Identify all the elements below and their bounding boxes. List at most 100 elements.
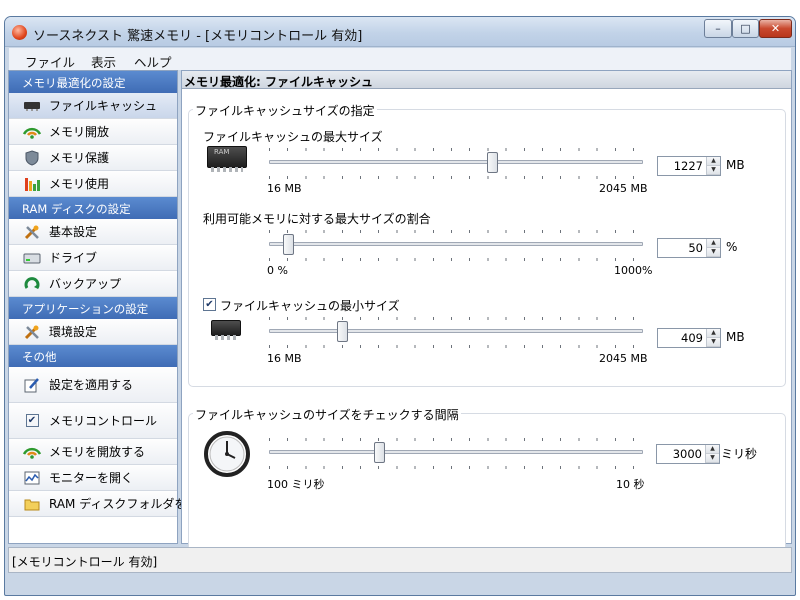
spin-down-icon: ▼ <box>707 248 720 257</box>
min-size-checkbox[interactable]: ✔ <box>203 298 216 311</box>
min-size-slider[interactable] <box>269 329 643 333</box>
ram-chip-text: RAM <box>214 148 230 156</box>
sidebar-item-open-monitor[interactable]: モニターを開く <box>9 465 177 491</box>
sidebar: メモリ最適化の設定 ファイルキャッシュ メモリ開放 メモリ保護 メモリ使用 RA… <box>8 70 210 544</box>
checkmark-icon: ✔ <box>205 298 214 310</box>
sidebar-item-drive[interactable]: ドライブ <box>9 245 177 271</box>
interval-spinner[interactable]: 3000 ▲ ▼ <box>656 444 720 464</box>
memory-control-checkbox[interactable]: ✔ <box>23 413 41 429</box>
spinner-arrows[interactable]: ▲ ▼ <box>706 157 720 175</box>
max-size-unit: MB <box>726 158 745 172</box>
window-title: ソースネクスト 驚速メモリ - [メモリコントロール 有効] <box>33 29 363 44</box>
sidebar-category-app: アプリケーションの設定 <box>9 297 177 319</box>
sidebar-item-basic-settings[interactable]: 基本設定 <box>9 219 177 245</box>
menu-help[interactable]: ヘルプ <box>134 52 172 71</box>
interval-slider[interactable] <box>269 450 643 454</box>
title-bar[interactable]: ソースネクスト 驚速メモリ - [メモリコントロール 有効] – □ ✕ <box>5 17 795 47</box>
spinner-arrows[interactable]: ▲ ▼ <box>706 329 720 347</box>
interval-min-label: 100 ミリ秒 <box>267 478 325 491</box>
spinner-value: 1227 <box>673 159 703 173</box>
max-size-min-label: 16 MB <box>267 182 302 195</box>
checkmark-icon: ✔ <box>25 414 39 427</box>
max-ratio-spinner[interactable]: 50 ▲ ▼ <box>657 238 721 258</box>
spinner-value: 3000 <box>672 447 702 461</box>
cache-size-group: ファイルキャッシュサイズの指定 ファイルキャッシュの最大サイズ RAM 16 M… <box>188 102 786 387</box>
panel-header: メモリ最適化: ファイルキャッシュ <box>182 71 791 89</box>
close-button[interactable]: ✕ <box>759 19 792 38</box>
min-size-label: ファイルキャッシュの最小サイズ <box>220 299 400 313</box>
sidebar-item-label: 基本設定 <box>49 225 98 239</box>
sidebar-item-label: メモリ開放 <box>49 125 110 139</box>
spinner-value: 50 <box>688 241 703 255</box>
sidebar-item-label: バックアップ <box>49 277 122 291</box>
maximize-button[interactable]: □ <box>732 19 759 38</box>
group-title: ファイルキャッシュサイズの指定 <box>193 102 377 119</box>
spin-down-icon: ▼ <box>707 166 720 175</box>
min-size-max-label: 2045 MB <box>599 352 648 365</box>
sidebar-item-file-cache[interactable]: ファイルキャッシュ <box>9 93 177 119</box>
sidebar-item-memory-control[interactable]: ✔ メモリコントロール <box>9 403 177 439</box>
max-ratio-label: 利用可能メモリに対する最大サイズの割合 <box>203 212 431 226</box>
sidebar-item-label: ドライブ <box>49 251 98 265</box>
sidebar-item-memory-release[interactable]: メモリ開放 <box>9 119 177 145</box>
spinner-arrows[interactable]: ▲ ▼ <box>706 239 720 257</box>
max-size-label: ファイルキャッシュの最大サイズ <box>203 130 383 144</box>
shield-icon <box>23 149 41 166</box>
sidebar-category-other: その他 <box>9 345 177 367</box>
sidebar-item-label: メモリコントロール <box>49 414 158 428</box>
usage-bars-icon <box>23 176 41 192</box>
spin-up-icon: ▲ <box>707 157 720 166</box>
sidebar-item-label: ファイルキャッシュ <box>49 99 158 113</box>
interval-max-label: 10 秒 <box>616 478 645 491</box>
interval-slider-thumb[interactable] <box>373 442 385 463</box>
spin-down-icon: ▼ <box>706 454 719 463</box>
min-size-slider-thumb[interactable] <box>336 321 348 342</box>
sidebar-item-memory-protect[interactable]: メモリ保護 <box>9 145 177 171</box>
sidebar-item-label: 環境設定 <box>49 325 98 339</box>
max-ratio-slider[interactable] <box>269 242 643 246</box>
sidebar-item-apply-settings[interactable]: 設定を適用する <box>9 367 177 403</box>
max-ratio-unit: % <box>726 240 738 254</box>
sidebar-item-label: モニターを開く <box>49 471 134 485</box>
group-title: ファイルキャッシュのサイズをチェックする間隔 <box>193 406 461 423</box>
sidebar-item-release-memory[interactable]: メモリを開放する <box>9 439 177 465</box>
spinner-value: 409 <box>681 331 703 345</box>
main-panel: メモリ最適化: ファイルキャッシュ ファイルキャッシュサイズの指定 ファイルキャ… <box>181 70 792 553</box>
sidebar-category-ramdisk: RAM ディスクの設定 <box>9 197 177 219</box>
max-size-spinner[interactable]: 1227 ▲ ▼ <box>657 156 721 176</box>
sidebar-item-env-settings[interactable]: 環境設定 <box>9 319 177 345</box>
monitor-graph-icon <box>23 470 41 486</box>
ram-chip-small-icon <box>211 320 241 340</box>
menu-bar: ファイル 表示 ヘルプ <box>9 48 791 70</box>
max-ratio-slider-thumb[interactable] <box>282 234 294 255</box>
min-size-min-label: 16 MB <box>267 352 302 365</box>
check-interval-group: ファイルキャッシュのサイズをチェックする間隔 100 ミリ秒 10 秒 3000… <box>188 406 786 553</box>
sidebar-item-open-ramdisk-folder[interactable]: RAM ディスクフォルダを開く <box>9 491 210 517</box>
spin-up-icon: ▲ <box>707 329 720 338</box>
menu-view[interactable]: 表示 <box>91 52 116 71</box>
max-ratio-min-label: 0 % <box>267 264 288 277</box>
app-window: ソースネクスト 驚速メモリ - [メモリコントロール 有効] – □ ✕ ファイ… <box>4 16 796 596</box>
memory-chip-icon <box>23 98 41 114</box>
spin-down-icon: ▼ <box>707 338 720 347</box>
wireless-release-icon <box>23 124 41 140</box>
max-size-slider-thumb[interactable] <box>487 152 499 173</box>
sidebar-item-label: 設定を適用する <box>49 378 134 392</box>
app-icon <box>12 25 27 40</box>
spin-up-icon: ▲ <box>706 445 719 454</box>
min-size-spinner[interactable]: 409 ▲ ▼ <box>657 328 721 348</box>
minimize-button[interactable]: – <box>704 19 732 38</box>
backup-arrow-icon <box>23 276 41 292</box>
sidebar-item-backup[interactable]: バックアップ <box>9 271 177 297</box>
ram-chip-icon: RAM <box>207 146 247 172</box>
spinner-arrows[interactable]: ▲ ▼ <box>705 445 719 463</box>
status-bar: [メモリコントロール 有効] <box>8 547 792 573</box>
wireless-release-icon <box>23 444 41 460</box>
max-size-slider[interactable] <box>269 160 643 164</box>
sidebar-item-memory-usage[interactable]: メモリ使用 <box>9 171 177 197</box>
apply-edit-icon <box>23 377 41 393</box>
clock-icon <box>203 430 251 481</box>
menu-file[interactable]: ファイル <box>25 52 75 71</box>
max-ratio-max-label: 1000% <box>614 264 653 277</box>
folder-icon <box>23 496 41 512</box>
